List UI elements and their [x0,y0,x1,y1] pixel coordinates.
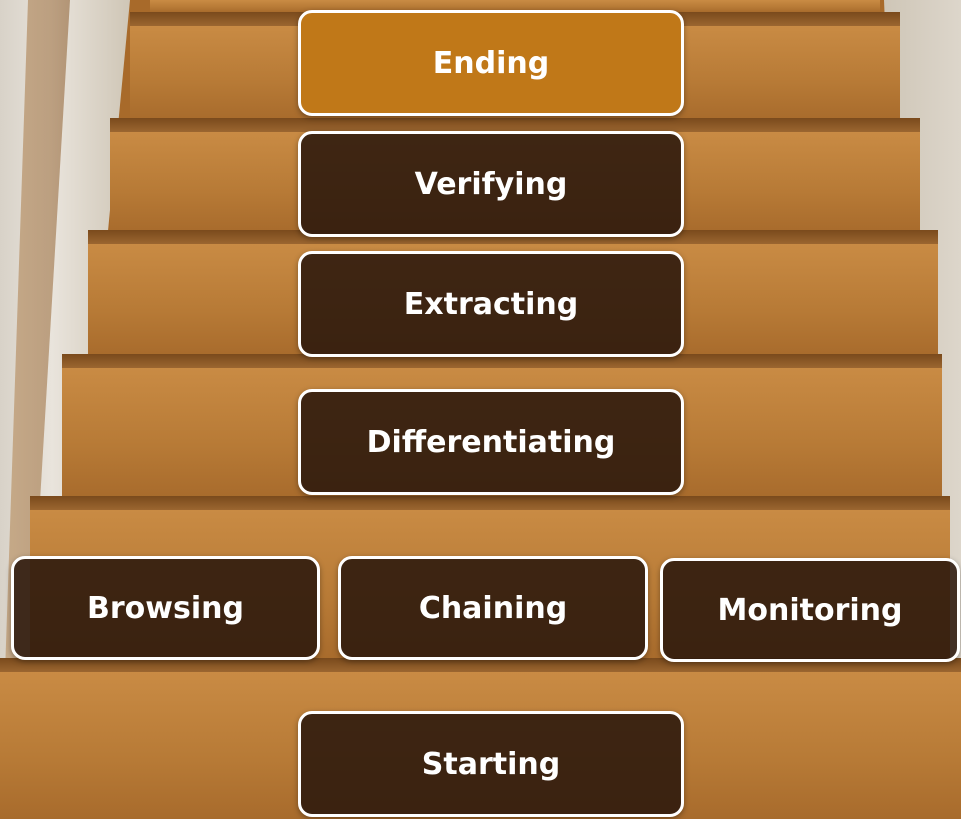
stair-tread [30,496,950,510]
step-extracting-box: Extracting [298,251,684,357]
step-starting-box: Starting [298,711,684,817]
step-browsing-box: Browsing [11,556,320,660]
step-chaining-box: Chaining [338,556,648,660]
step-verifying-box: Verifying [298,131,684,237]
step-differentiating-box: Differentiating [298,389,684,495]
stair-tread [110,118,920,132]
step-ending-box: Ending [298,10,684,116]
step-monitoring-box: Monitoring [660,558,960,662]
